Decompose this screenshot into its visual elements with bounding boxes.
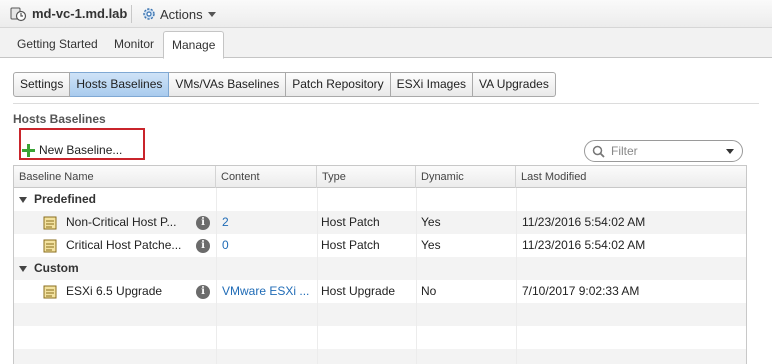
table-row[interactable]: Critical Host Patche... i 0 Host Patch Y… [14, 234, 746, 257]
content-link[interactable]: 0 [222, 234, 229, 257]
table-header: Baseline Name Content Type Dynamic Last … [14, 166, 746, 188]
column-header-type[interactable]: Type [317, 166, 416, 188]
baseline-icon [43, 216, 57, 230]
group-row-predefined[interactable]: Predefined [14, 188, 746, 211]
content-link[interactable]: 2 [222, 211, 229, 234]
column-header-last-modified[interactable]: Last Modified [516, 166, 746, 188]
last-modified-cell: 11/23/2016 5:54:02 AM [522, 238, 646, 252]
filter-box[interactable] [584, 140, 743, 162]
baseline-name: Non-Critical Host P... [66, 215, 177, 229]
type-cell: Host Patch [321, 215, 380, 229]
header-separator [131, 5, 132, 23]
new-baseline-label: New Baseline... [39, 143, 123, 157]
type-cell: Host Upgrade [321, 284, 396, 298]
expand-triangle-icon[interactable] [19, 197, 27, 203]
group-label: Predefined [34, 192, 97, 206]
object-header: md-vc-1.md.lab Actions [0, 0, 772, 28]
baseline-name: Critical Host Patche... [66, 238, 182, 252]
info-icon[interactable]: i [196, 216, 210, 230]
dynamic-cell: Yes [421, 238, 441, 252]
new-baseline-button[interactable]: New Baseline... [22, 143, 122, 157]
info-icon[interactable]: i [196, 285, 210, 299]
baseline-icon [43, 239, 57, 253]
gear-icon [143, 8, 155, 20]
subtab-esxi-images[interactable]: ESXi Images [390, 72, 473, 97]
last-modified-cell: 7/10/2017 9:02:33 AM [522, 284, 640, 298]
empty-row [14, 303, 746, 326]
subtab-settings[interactable]: Settings [13, 72, 71, 97]
empty-row [14, 326, 746, 349]
section-title: Hosts Baselines [13, 112, 106, 126]
column-header-baseline-name[interactable]: Baseline Name [14, 166, 216, 188]
column-header-content[interactable]: Content [216, 166, 317, 188]
main-tab-bar: Getting Started Monitor Manage [0, 28, 772, 59]
chevron-down-icon [207, 11, 216, 17]
tab-monitor[interactable]: Monitor [114, 37, 154, 51]
baseline-icon [43, 285, 57, 299]
column-gridline [416, 188, 417, 364]
filter-input[interactable] [609, 143, 724, 159]
baseline-name: ESXi 6.5 Upgrade [66, 284, 163, 298]
subtab-hosts-baselines[interactable]: Hosts Baselines [70, 72, 170, 97]
tab-manage[interactable]: Manage [163, 31, 225, 59]
group-row-custom[interactable]: Custom [14, 257, 746, 280]
column-gridline [216, 188, 217, 364]
divider [13, 103, 759, 104]
last-modified-cell: 11/23/2016 5:54:02 AM [522, 215, 646, 229]
table-row[interactable]: Non-Critical Host P... i 2 Host Patch Ye… [14, 211, 746, 234]
plus-icon [22, 143, 35, 157]
table-row[interactable]: ESXi 6.5 Upgrade i VMware ESXi ... Host … [14, 280, 746, 303]
dynamic-cell: No [421, 284, 437, 298]
expand-triangle-icon[interactable] [19, 266, 27, 272]
type-cell: Host Patch [321, 238, 380, 252]
actions-label: Actions [160, 6, 203, 22]
subtab-va-upgrades[interactable]: VA Upgrades [473, 72, 556, 97]
group-label: Custom [34, 261, 79, 275]
filter-dropdown-icon[interactable] [726, 149, 734, 154]
info-icon[interactable]: i [196, 239, 210, 253]
actions-menu-button[interactable]: Actions [141, 5, 216, 23]
sub-tab-bar: Settings Hosts Baselines VMs/VAs Baselin… [13, 72, 556, 97]
dynamic-cell: Yes [421, 215, 441, 229]
column-gridline [317, 188, 318, 364]
vcenter-icon [10, 7, 27, 22]
host-title: md-vc-1.md.lab [32, 6, 128, 21]
subtab-patch-repository[interactable]: Patch Repository [286, 72, 391, 97]
column-header-dynamic[interactable]: Dynamic [416, 166, 516, 188]
subtab-vms-vas-baselines[interactable]: VMs/VAs Baselines [169, 72, 287, 97]
tab-getting-started[interactable]: Getting Started [17, 37, 98, 51]
search-icon [592, 145, 605, 158]
column-gridline [516, 188, 517, 364]
empty-row [14, 349, 746, 364]
content-link[interactable]: VMware ESXi ... [222, 280, 312, 303]
baselines-table: Baseline Name Content Type Dynamic Last … [13, 165, 747, 364]
